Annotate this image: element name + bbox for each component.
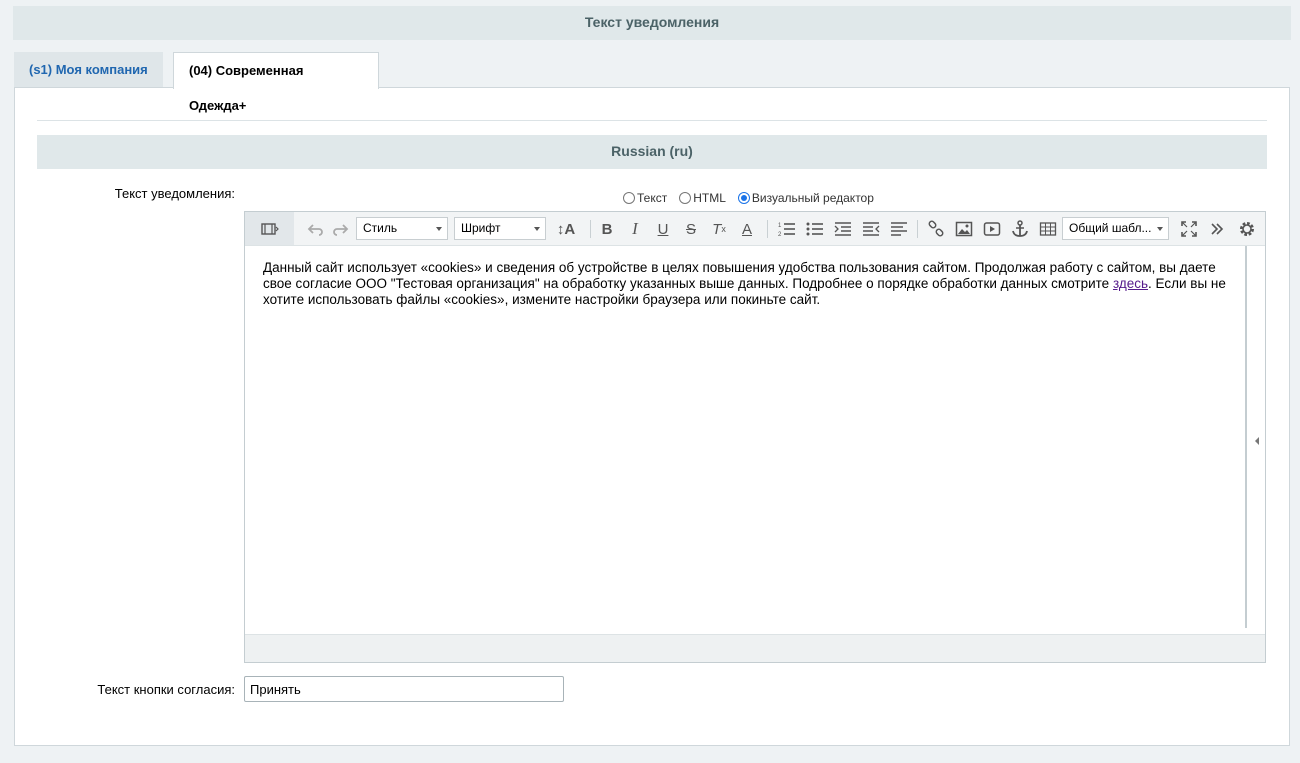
accept-button-text-input[interactable] [244,676,564,702]
font-select-value: Шрифт [461,221,501,235]
link-icon[interactable] [924,217,948,241]
mode-text-option[interactable]: Текст [623,191,667,205]
collapse-arrow-icon[interactable] [1255,437,1259,445]
mode-html-label: HTML [693,191,726,205]
bold-icon[interactable]: B [595,217,619,241]
toolbar-separator [590,220,591,238]
mode-visual-radio[interactable] [737,192,750,204]
tab-site-04[interactable]: (04) Современная Одежда+ [173,52,379,113]
tab-site-s1[interactable]: (s1) Моя компания [14,52,163,88]
bullet-list-icon[interactable] [803,217,827,241]
visual-editor: Стиль Шрифт ↕A B I U S Tx A 12 Общий шаб… [244,211,1266,663]
chevron-down-icon [1157,227,1163,231]
tab-panel: Russian (ru) Текст уведомления: Текст HT… [14,87,1290,746]
indent-icon[interactable] [831,217,855,241]
video-icon[interactable] [980,217,1004,241]
style-select[interactable]: Стиль [356,217,448,240]
editor-side-panel [1245,246,1265,628]
section-title: Текст уведомления [13,6,1291,40]
undo-icon[interactable] [303,217,327,241]
accept-button-label: Текст кнопки согласия: [97,682,235,697]
details-link[interactable]: здесь [1113,276,1148,291]
font-size-icon[interactable]: ↕A [554,217,578,241]
redo-icon[interactable] [329,217,353,241]
table-icon[interactable] [1036,217,1060,241]
style-select-value: Стиль [363,221,398,235]
italic-icon[interactable]: I [623,217,647,241]
anchor-icon[interactable] [1008,217,1032,241]
toggle-source-icon[interactable] [245,212,294,245]
mode-text-radio[interactable] [623,192,635,204]
mode-html-option[interactable]: HTML [679,191,726,205]
text-color-icon[interactable]: A [735,217,759,241]
editor-mode-switch: Текст HTML Визуальный редактор [623,190,886,206]
mode-html-radio[interactable] [679,192,692,204]
content-text-before: Данный сайт использует «cookies» и сведе… [263,260,1216,291]
fullscreen-icon[interactable] [1177,217,1201,241]
gear-icon[interactable] [1235,217,1259,241]
editor-toolbar: Стиль Шрифт ↕A B I U S Tx A 12 Общий шаб… [245,212,1265,246]
notice-text-label: Текст уведомления: [114,186,235,201]
mode-visual-option[interactable]: Визуальный редактор [737,191,874,205]
chevron-down-icon [534,227,540,231]
more-icon[interactable] [1205,217,1229,241]
language-header: Russian (ru) [37,135,1267,169]
clear-format-icon[interactable]: Tx [707,217,731,241]
underline-icon[interactable]: U [651,217,675,241]
image-icon[interactable] [952,217,976,241]
svg-text:2: 2 [778,232,782,237]
strikethrough-icon[interactable]: S [679,217,703,241]
template-select[interactable]: Общий шабл... [1062,217,1169,240]
svg-text:1: 1 [778,223,782,229]
font-select[interactable]: Шрифт [454,217,546,240]
editor-status-bar [245,634,1265,662]
template-select-value: Общий шабл... [1069,221,1152,235]
outdent-icon[interactable] [859,217,883,241]
toolbar-separator [767,220,768,238]
mode-text-label: Текст [637,191,668,205]
align-left-icon[interactable] [887,217,911,241]
mode-visual-label: Визуальный редактор [751,191,874,205]
editor-content[interactable]: Данный сайт использует «cookies» и сведе… [263,260,1238,308]
chevron-down-icon [436,227,442,231]
toolbar-separator [917,220,918,238]
ordered-list-icon[interactable]: 12 [775,217,799,241]
